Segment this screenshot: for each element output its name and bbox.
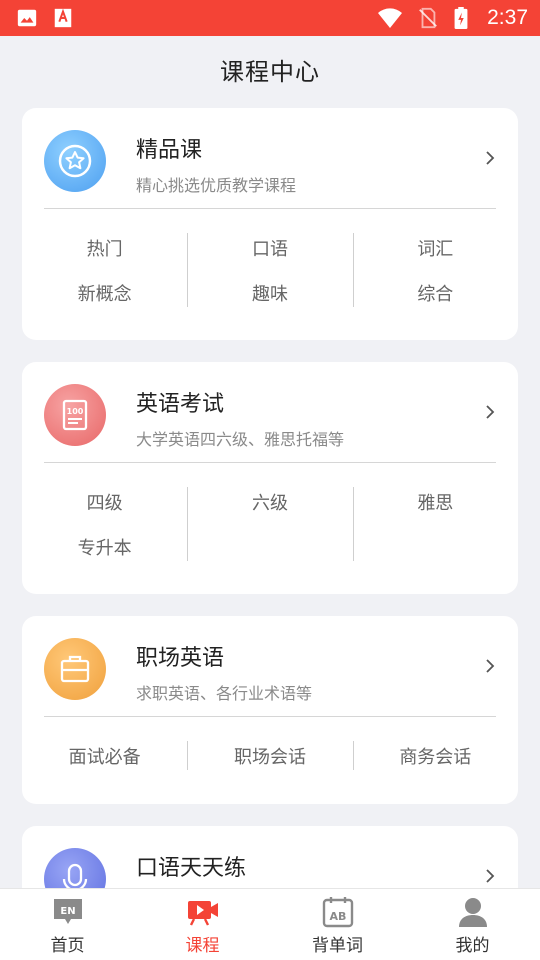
no-sim-icon — [419, 7, 438, 29]
course-card-premium: 精品课 精心挑选优质教学课程 热门 新概念 口语 趣味 词汇 综合 — [22, 108, 518, 340]
exam-100-icon: 100 — [44, 384, 106, 446]
nav-course[interactable]: 课程 — [135, 889, 270, 960]
bottom-navigation: EN 首页 课程 AB 背单词 我的 — [0, 888, 540, 960]
tag-column: 词汇 综合 — [352, 209, 518, 329]
chevron-right-icon[interactable] — [482, 150, 498, 166]
nav-label: 背单词 — [312, 936, 363, 956]
chevron-right-icon[interactable] — [482, 404, 498, 420]
chevron-right-icon[interactable] — [482, 868, 498, 884]
tag-grid: 四级 专升本 六级 雅思 — [22, 463, 518, 583]
tag-cet6[interactable]: 六级 — [252, 493, 288, 538]
tag-grid: 面试必备 职场会话 商务会话 — [22, 717, 518, 792]
tag-column: 六级 — [187, 463, 352, 583]
card-header[interactable]: 精品课 精心挑选优质教学课程 — [22, 108, 518, 208]
tag-workplace-talk[interactable]: 职场会话 — [234, 747, 306, 792]
nav-home[interactable]: EN 首页 — [0, 889, 135, 960]
course-card-workplace: 职场英语 求职英语、各行业术语等 面试必备 职场会话 商务会话 — [22, 616, 518, 804]
card-header[interactable]: 职场英语 求职英语、各行业术语等 — [22, 616, 518, 716]
card-title: 精品课 — [136, 138, 203, 163]
tag-speaking[interactable]: 口语 — [252, 239, 288, 284]
tag-interview[interactable]: 面试必备 — [69, 747, 141, 792]
chevron-right-icon[interactable] — [482, 658, 498, 674]
tag-cet4[interactable]: 四级 — [87, 493, 123, 538]
svg-text:AB: AB — [329, 910, 346, 923]
tag-hot[interactable]: 热门 — [87, 239, 123, 284]
star-badge-icon — [44, 130, 106, 192]
en-home-icon: EN — [53, 899, 82, 924]
briefcase-icon — [44, 638, 106, 700]
nav-vocabulary[interactable]: AB 背单词 — [270, 889, 405, 960]
image-icon — [17, 9, 37, 27]
tag-grid: 热门 新概念 口语 趣味 词汇 综合 — [22, 209, 518, 329]
tag-column: 面试必备 — [22, 717, 187, 792]
card-title: 英语考试 — [136, 392, 225, 417]
nav-profile[interactable]: 我的 — [405, 889, 540, 960]
tag-upgrade-exam[interactable]: 专升本 — [78, 538, 132, 583]
page-title: 课程中心 — [220, 58, 320, 86]
tag-column: 商务会话 — [352, 717, 518, 792]
nav-label: 首页 — [50, 936, 85, 956]
battery-charging-icon — [454, 7, 468, 29]
nav-label: 课程 — [185, 936, 220, 956]
status-time: 2:37 — [487, 6, 528, 29]
card-subtitle: 求职英语、各行业术语等 — [136, 684, 313, 703]
card-title: 职场英语 — [136, 646, 225, 671]
tag-column: 职场会话 — [187, 717, 352, 792]
card-header[interactable]: 100 英语考试 大学英语四六级、雅思托福等 — [22, 362, 518, 462]
tag-column: 四级 专升本 — [22, 463, 187, 583]
wifi-icon — [378, 8, 403, 28]
card-subtitle: 精心挑选优质教学课程 — [136, 176, 297, 195]
tag-fun[interactable]: 趣味 — [252, 284, 288, 329]
user-icon — [458, 898, 487, 927]
ab-calendar-icon: AB — [322, 897, 353, 928]
tag-column: 雅思 — [352, 463, 518, 583]
tag-vocabulary[interactable]: 词汇 — [417, 239, 453, 284]
tag-ielts[interactable]: 雅思 — [417, 493, 453, 538]
svg-text:100: 100 — [67, 407, 84, 416]
tag-new-concept[interactable]: 新概念 — [78, 284, 132, 329]
card-title: 口语天天练 — [136, 856, 247, 881]
video-course-icon — [187, 901, 218, 926]
card-subtitle: 大学英语四六级、雅思托福等 — [136, 430, 345, 449]
pdf-app-icon — [54, 8, 72, 28]
tag-column: 口语 趣味 — [187, 209, 352, 329]
tag-business-talk[interactable]: 商务会话 — [399, 747, 471, 792]
status-bar: 2:37 — [0, 0, 540, 36]
svg-text:EN: EN — [60, 906, 75, 917]
tag-column: 热门 新概念 — [22, 209, 187, 329]
tag-comprehensive[interactable]: 综合 — [417, 284, 453, 329]
course-card-exam: 100 英语考试 大学英语四六级、雅思托福等 四级 专升本 六级 雅思 — [22, 362, 518, 594]
nav-label: 我的 — [455, 936, 490, 956]
